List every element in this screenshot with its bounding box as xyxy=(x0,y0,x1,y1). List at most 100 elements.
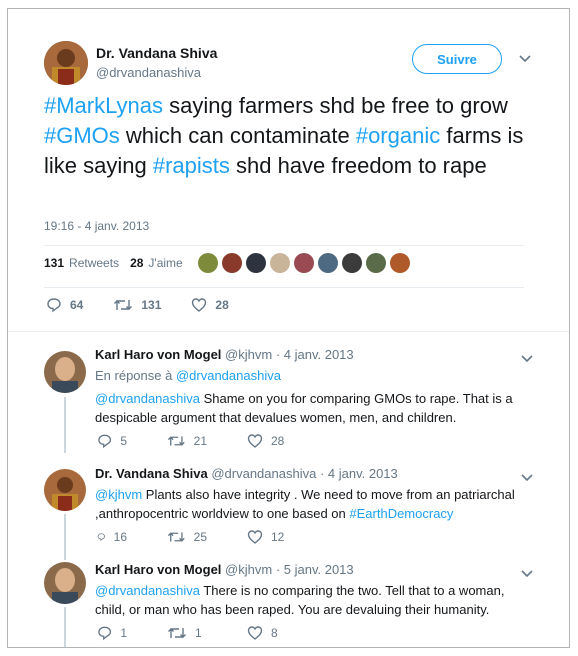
retweet-icon xyxy=(167,436,185,446)
retweet-count: 25 xyxy=(193,530,207,544)
thread-line xyxy=(64,514,66,560)
tweet-timestamp[interactable]: 19:16 - 4 janv. 2013 xyxy=(44,219,149,233)
tweet-frame: Dr. Vandana Shiva @drvandanashiva Suivre… xyxy=(7,8,570,648)
mention-link[interactable]: @drvandanashiva xyxy=(95,583,200,598)
retweet-icon xyxy=(167,532,185,542)
like-count: 8 xyxy=(271,626,278,640)
retweets-label[interactable]: Retweets xyxy=(69,256,119,270)
reply-action[interactable]: 16 xyxy=(97,529,127,545)
reply-text: @drvandanashiva Shame on you for compari… xyxy=(95,389,535,427)
reply-header: Karl Haro von Mogel @kjhvm · 4 janv. 201… xyxy=(95,347,354,362)
reply-text: @kjhvm Plants also have integrity . We n… xyxy=(95,485,535,523)
chevron-down-icon[interactable] xyxy=(520,470,534,486)
like-action[interactable]: 28 xyxy=(247,433,284,449)
liker-avatar[interactable] xyxy=(342,253,362,273)
reply-action[interactable]: 64 xyxy=(46,297,83,313)
liker-avatar[interactable] xyxy=(198,253,218,273)
liker-avatar[interactable] xyxy=(246,253,266,273)
reply-action[interactable]: 1 xyxy=(97,625,127,641)
reply-count: 5 xyxy=(120,434,127,448)
reply-author-name[interactable]: Dr. Vandana Shiva xyxy=(95,466,208,481)
reply-author-handle[interactable]: @kjhvm xyxy=(225,347,272,362)
hashtag-link[interactable]: #organic xyxy=(356,123,440,148)
reply-avatar[interactable] xyxy=(44,562,86,604)
liker-avatar[interactable] xyxy=(270,253,290,273)
like-action[interactable]: 8 xyxy=(247,625,278,641)
in-reply-to: En réponse à @drvandanashiva xyxy=(95,368,281,383)
retweet-icon xyxy=(114,300,133,310)
retweet-count: 21 xyxy=(193,434,207,448)
retweet-action[interactable]: 1 xyxy=(167,625,207,641)
like-action[interactable]: 12 xyxy=(247,529,284,545)
retweet-count: 131 xyxy=(141,298,162,312)
reply-avatar[interactable] xyxy=(44,351,86,393)
likes-count[interactable]: 28 xyxy=(130,256,143,270)
author-avatar[interactable] xyxy=(44,41,88,85)
in-reply-prefix: En réponse à xyxy=(95,368,176,383)
liker-avatar[interactable] xyxy=(366,253,386,273)
hashtag-link[interactable]: #GMOs xyxy=(44,123,120,148)
like-count: 12 xyxy=(271,530,285,544)
thread-line xyxy=(64,607,66,647)
hashtag-link[interactable]: #EarthDemocracy xyxy=(349,506,453,521)
reply-action[interactable]: 5 xyxy=(97,433,127,449)
retweets-count[interactable]: 131 xyxy=(44,256,64,270)
chevron-down-icon[interactable] xyxy=(520,351,534,367)
divider xyxy=(44,245,524,246)
retweet-action[interactable]: 21 xyxy=(167,433,207,449)
reply-actions: 1 1 8 xyxy=(97,625,278,641)
reply-date[interactable]: · 5 janv. 2013 xyxy=(276,562,354,577)
text-segment: which can contaminate xyxy=(119,123,356,148)
likes-label[interactable]: J'aime xyxy=(148,256,182,270)
reply-count: 16 xyxy=(113,530,127,544)
author-handle[interactable]: @drvandanashiva xyxy=(96,65,201,80)
thread-line xyxy=(64,397,66,453)
in-reply-handle[interactable]: @drvandanashiva xyxy=(176,368,281,383)
heart-icon xyxy=(192,298,207,312)
reply-author-handle[interactable]: @drvandanashiva xyxy=(211,466,316,481)
text-segment: saying farmers shd be free to grow xyxy=(163,93,508,118)
main-actions: 64 131 28 xyxy=(46,297,229,313)
reply-actions: 5 21 28 xyxy=(97,433,284,449)
reply-count: 64 xyxy=(70,298,84,312)
hashtag-link[interactable]: #MarkLynas xyxy=(44,93,163,118)
chevron-down-icon[interactable] xyxy=(518,51,532,67)
author-name[interactable]: Dr. Vandana Shiva xyxy=(96,45,217,61)
tweet-text: #MarkLynas saying farmers shd be free to… xyxy=(44,91,524,181)
hashtag-link[interactable]: #rapists xyxy=(153,153,230,178)
mention-link[interactable]: @kjhvm xyxy=(95,487,142,502)
reply-icon xyxy=(47,298,61,313)
retweet-action[interactable]: 131 xyxy=(113,297,161,313)
reply-author-name[interactable]: Karl Haro von Mogel xyxy=(95,562,221,577)
heart-icon xyxy=(247,434,263,448)
follow-button[interactable]: Suivre xyxy=(412,44,502,74)
retweet-action[interactable]: 25 xyxy=(167,529,207,545)
like-count: 28 xyxy=(271,434,285,448)
reply-author-handle[interactable]: @kjhvm xyxy=(225,562,272,577)
liker-avatar[interactable] xyxy=(318,253,338,273)
liker-avatar[interactable] xyxy=(390,253,410,273)
liker-avatars xyxy=(198,253,410,273)
like-action[interactable]: 28 xyxy=(191,297,229,313)
stats-row: 131 Retweets 28 J'aime xyxy=(44,256,183,270)
reply-text: @drvandanashiva There is no comparing th… xyxy=(95,581,535,619)
reply-date[interactable]: · 4 janv. 2013 xyxy=(276,347,354,362)
chevron-down-icon[interactable] xyxy=(520,566,534,582)
reply-icon xyxy=(97,533,105,541)
retweet-icon xyxy=(168,628,186,638)
reply-author-name[interactable]: Karl Haro von Mogel xyxy=(95,347,221,362)
reply-header: Dr. Vandana Shiva @drvandanashiva · 4 ja… xyxy=(95,466,398,481)
reply-actions: 16 25 12 xyxy=(97,529,284,545)
liker-avatar[interactable] xyxy=(294,253,314,273)
reply-date[interactable]: · 4 janv. 2013 xyxy=(320,466,398,481)
liker-avatar[interactable] xyxy=(222,253,242,273)
reply-avatar[interactable] xyxy=(44,469,86,511)
heart-icon xyxy=(247,626,263,640)
divider xyxy=(8,331,569,332)
like-count: 28 xyxy=(215,298,229,312)
reply-count: 1 xyxy=(120,626,127,640)
mention-link[interactable]: @drvandanashiva xyxy=(95,391,200,406)
text-segment: shd have freedom to rape xyxy=(229,153,487,178)
divider xyxy=(44,287,524,288)
reply-icon xyxy=(98,434,112,449)
